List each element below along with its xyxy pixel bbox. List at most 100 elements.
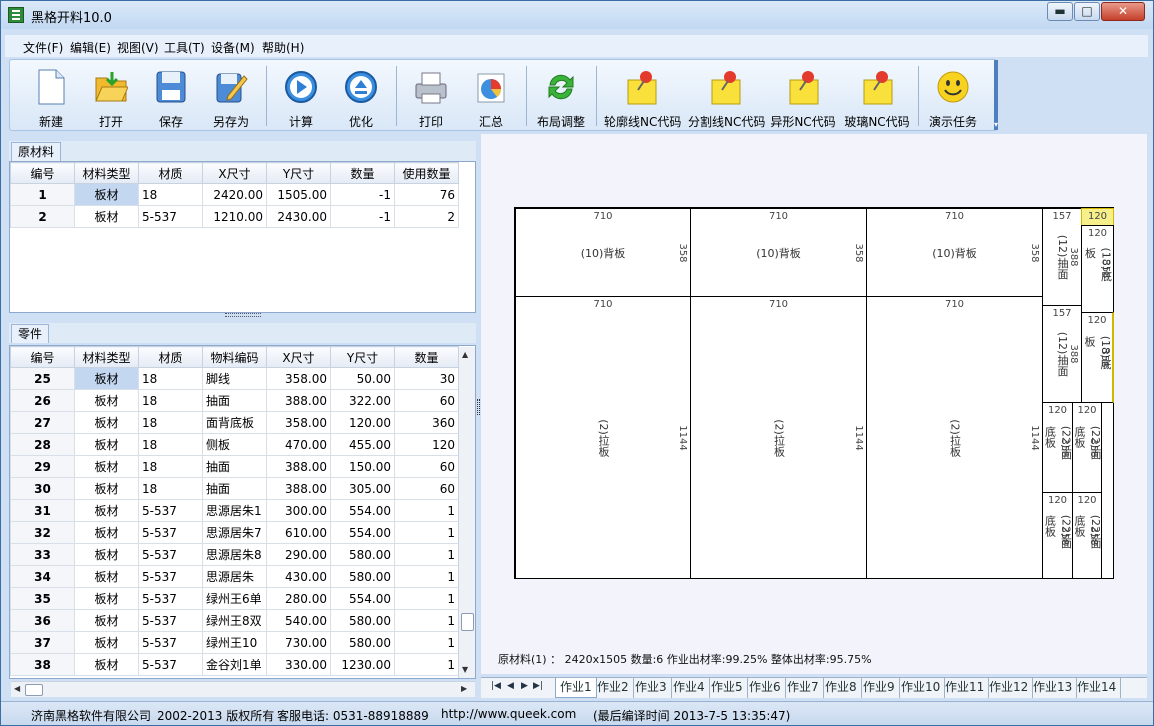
table-cell[interactable]: 板材 bbox=[74, 521, 139, 544]
table-row[interactable]: 30 板材 18 抽面 388.00 305.00 60 bbox=[10, 477, 459, 500]
column-header[interactable]: 材料类型 bbox=[74, 162, 139, 184]
print-button[interactable]: 打印 bbox=[400, 64, 462, 129]
optimize-button[interactable]: 优化 bbox=[330, 64, 392, 129]
table-row[interactable]: 36 板材 5-537 绿州王8双 540.00 580.00 1 bbox=[10, 609, 459, 632]
column-header[interactable]: 使用数量 bbox=[394, 162, 459, 184]
tab-sheet-5[interactable]: 作业5 bbox=[707, 678, 748, 698]
table-cell[interactable]: 1 bbox=[394, 653, 459, 676]
tab-sheet-4[interactable]: 作业4 bbox=[669, 678, 710, 698]
table-cell[interactable]: 388.00 bbox=[266, 389, 331, 412]
part-bottom-board[interactable]: 120 358 (18)底板 bbox=[1081, 312, 1114, 403]
column-header[interactable]: 物料编码 bbox=[202, 346, 267, 368]
scroll-down-icon[interactable]: ▼ bbox=[462, 665, 468, 674]
table-cell[interactable]: 板材 bbox=[74, 183, 139, 206]
table-cell[interactable]: 板材 bbox=[74, 477, 139, 500]
tab-sheet-6[interactable]: 作业6 bbox=[745, 678, 786, 698]
table-cell[interactable]: 554.00 bbox=[330, 521, 395, 544]
part-pull-panel[interactable]: 710 1144 (2)拉板 bbox=[690, 296, 867, 579]
table-cell[interactable]: 板材 bbox=[74, 631, 139, 654]
table-cell[interactable]: 1505.00 bbox=[266, 183, 331, 206]
part-face-bottom-board[interactable]: 120 358 (22)面底板 bbox=[1042, 492, 1073, 579]
column-header[interactable]: X尺寸 bbox=[266, 346, 331, 368]
table-cell[interactable]: 脚线 bbox=[202, 367, 267, 390]
table-cell[interactable]: 610.00 bbox=[266, 521, 331, 544]
menu-file[interactable]: 文件(F) bbox=[23, 39, 63, 56]
table-cell[interactable]: 554.00 bbox=[330, 499, 395, 522]
table-cell[interactable]: 27 bbox=[10, 411, 75, 434]
parts-horizontal-scrollbar[interactable]: ◀ ▶ bbox=[11, 681, 475, 697]
part-back-panel[interactable]: 710 358 (10)背板 bbox=[866, 208, 1043, 297]
maximize-button[interactable]: □ bbox=[1074, 2, 1100, 21]
toolbar-overflow-icon[interactable]: ▾ bbox=[994, 120, 998, 129]
table-cell[interactable]: 1230.00 bbox=[330, 653, 395, 676]
table-cell[interactable]: 5-537 bbox=[138, 565, 203, 588]
table-cell[interactable]: 29 bbox=[10, 455, 75, 478]
part-pull-panel[interactable]: 710 1144 (2)拉板 bbox=[515, 296, 691, 579]
table-cell[interactable]: 抽面 bbox=[202, 477, 267, 500]
table-cell[interactable]: 120 bbox=[394, 433, 459, 456]
table-cell[interactable]: 抽面 bbox=[202, 455, 267, 478]
table-cell[interactable]: 30 bbox=[10, 477, 75, 500]
column-header[interactable]: X尺寸 bbox=[202, 162, 267, 184]
table-cell[interactable]: 305.00 bbox=[330, 477, 395, 500]
tab-sheet-11[interactable]: 作业11 bbox=[941, 678, 990, 698]
table-cell[interactable]: 绿州王6单 bbox=[202, 587, 267, 610]
table-cell[interactable]: 18 bbox=[138, 411, 203, 434]
table-cell[interactable]: 18 bbox=[138, 455, 203, 478]
table-cell[interactable]: 280.00 bbox=[266, 587, 331, 610]
table-cell[interactable]: 300.00 bbox=[266, 499, 331, 522]
table-row[interactable]: 28 板材 18 侧板 470.00 455.00 120 bbox=[10, 433, 459, 456]
table-cell[interactable]: 120.00 bbox=[330, 411, 395, 434]
table-row[interactable]: 26 板材 18 抽面 388.00 322.00 60 bbox=[10, 389, 459, 412]
table-cell[interactable]: 2 bbox=[10, 205, 75, 228]
status-url[interactable]: http://www.queek.com bbox=[441, 707, 576, 721]
tab-sheet-8[interactable]: 作业8 bbox=[821, 678, 862, 698]
table-cell[interactable]: -1 bbox=[330, 205, 395, 228]
table-cell[interactable]: 面背底板 bbox=[202, 411, 267, 434]
part-face-bottom-board[interactable]: 120 358 (22)面底板 bbox=[1072, 402, 1102, 493]
column-header[interactable]: 数量 bbox=[394, 346, 459, 368]
part-drawer-front[interactable]: 157 388 (12)抽面 bbox=[1042, 305, 1082, 403]
part-drawer-front[interactable]: 157 388 (12)抽面 bbox=[1042, 208, 1082, 306]
summary-button[interactable]: 汇总 bbox=[460, 64, 522, 129]
table-cell[interactable]: 580.00 bbox=[330, 543, 395, 566]
part-pull-panel[interactable]: 710 1144 (2)拉板 bbox=[866, 296, 1043, 579]
table-cell[interactable]: 37 bbox=[10, 631, 75, 654]
table-cell[interactable]: 2 bbox=[394, 205, 459, 228]
table-row[interactable]: 35 板材 5-537 绿州王6单 280.00 554.00 1 bbox=[10, 587, 459, 610]
column-header[interactable]: Y尺寸 bbox=[266, 162, 331, 184]
table-cell[interactable]: 板材 bbox=[74, 499, 139, 522]
compute-button[interactable]: 计算 bbox=[270, 64, 332, 129]
table-row[interactable]: 38 板材 5-537 金谷刘1单 330.00 1230.00 1 bbox=[10, 653, 459, 676]
hscroll-thumb[interactable] bbox=[25, 684, 43, 696]
column-header[interactable]: 材质 bbox=[138, 346, 203, 368]
scroll-right-icon[interactable]: ▶ bbox=[461, 684, 467, 693]
table-cell[interactable]: 5-537 bbox=[138, 609, 203, 632]
minimize-button[interactable]: ▬ bbox=[1047, 2, 1073, 21]
table-cell[interactable]: 360 bbox=[394, 411, 459, 434]
tab-sheet-3[interactable]: 作业3 bbox=[631, 678, 672, 698]
table-cell[interactable]: 35 bbox=[10, 587, 75, 610]
table-cell[interactable]: 板材 bbox=[74, 205, 139, 228]
table-cell[interactable]: 33 bbox=[10, 543, 75, 566]
open-button[interactable]: 打开 bbox=[80, 64, 142, 129]
last-sheet-icon[interactable]: ▶| bbox=[533, 681, 543, 691]
table-cell[interactable]: 侧板 bbox=[202, 433, 267, 456]
table-cell[interactable]: 25 bbox=[10, 367, 75, 390]
table-cell[interactable]: 31 bbox=[10, 499, 75, 522]
demo-task-button[interactable]: 演示任务 bbox=[922, 64, 984, 129]
new-button[interactable]: 新建 bbox=[20, 64, 82, 129]
part-back-panel[interactable]: 710 358 (10)背板 bbox=[515, 208, 691, 297]
table-cell[interactable]: 2430.00 bbox=[266, 205, 331, 228]
table-cell[interactable]: 板材 bbox=[74, 367, 139, 390]
tab-sheet-14[interactable]: 作业14 bbox=[1073, 678, 1122, 698]
menu-device[interactable]: 设备(M) bbox=[211, 39, 255, 56]
part-bottom-board-selected[interactable]: 120 bbox=[1081, 208, 1114, 226]
table-cell[interactable]: 思源居朱8 bbox=[202, 543, 267, 566]
table-cell[interactable]: 思源居朱 bbox=[202, 565, 267, 588]
table-cell[interactable]: 板材 bbox=[74, 433, 139, 456]
split-nc-button[interactable]: 分割线NC代码 bbox=[688, 64, 765, 129]
table-cell[interactable]: 思源居朱7 bbox=[202, 521, 267, 544]
table-cell[interactable]: 5-537 bbox=[138, 631, 203, 654]
table-cell[interactable]: 330.00 bbox=[266, 653, 331, 676]
